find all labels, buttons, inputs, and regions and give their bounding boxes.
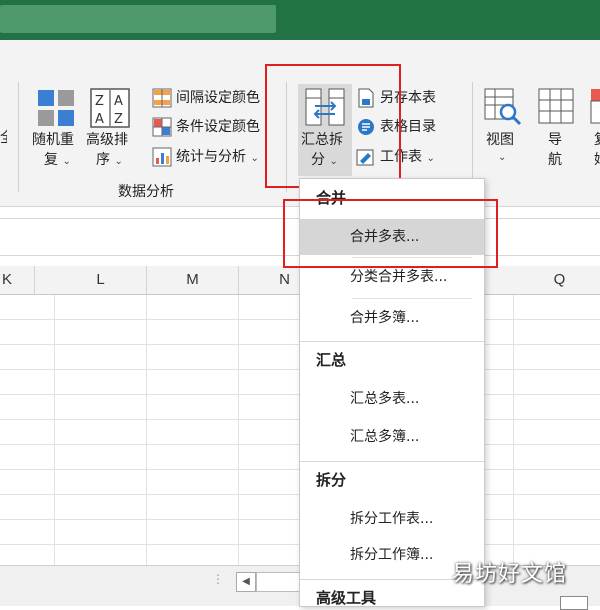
ribbon-separator <box>18 82 19 192</box>
advanced-sort-button[interactable]: Z A A Z <box>90 88 130 128</box>
edge-right-icon <box>590 89 600 124</box>
ribbon-separator <box>472 82 473 192</box>
svg-text:Z: Z <box>95 94 104 109</box>
dropdown-section-split: 拆分 <box>316 471 347 489</box>
grid-col-line <box>54 295 55 565</box>
edge-right-label-2: 始 <box>594 150 600 170</box>
advanced-sort-label-2: 序 ⌄ <box>96 152 123 168</box>
column-header-q[interactable]: Q <box>514 266 600 294</box>
interval-color-icon <box>152 88 172 108</box>
conditional-color-icon <box>152 117 172 137</box>
navigation-grid-icon <box>538 88 574 124</box>
menu-group-divider <box>300 461 484 462</box>
stats-analysis-label: 统计与分析 ⌄ <box>176 149 259 165</box>
svg-text:A: A <box>114 94 123 109</box>
tab-split-handle-icon[interactable]: ⋮ <box>212 572 224 586</box>
column-header-m[interactable]: M <box>147 266 239 294</box>
column-header-l[interactable]: L <box>55 266 147 294</box>
watermark-text: 易坊好文馆 <box>452 562 568 587</box>
ribbon-edge-left-label: 全 <box>0 128 7 148</box>
data-analysis-group-label: 数据分析 <box>118 184 174 200</box>
random-grid-icon <box>38 90 74 126</box>
dropdown-section-summarize: 汇总 <box>316 351 347 369</box>
random-repeat-label-2: 复 ⌄ <box>44 152 71 168</box>
highlight-box-merge-sheets <box>283 199 498 268</box>
column-header-k[interactable]: K <box>0 266 35 294</box>
horizontal-scrollbar[interactable] <box>256 572 302 592</box>
view-button[interactable] <box>484 88 522 126</box>
edge-right-button[interactable] <box>590 88 600 126</box>
navigation-label-1: 导 <box>548 132 562 148</box>
edge-right-label-1: 复 <box>594 130 600 150</box>
grid-col-line <box>146 295 147 565</box>
menu-divider <box>352 298 472 299</box>
view-caret-icon: ⌄ <box>498 152 507 163</box>
menu-group-divider <box>300 341 484 342</box>
svg-text:A: A <box>95 112 104 127</box>
highlight-box-summarize <box>265 64 401 188</box>
advanced-sort-label-1: 高级排 <box>86 132 128 148</box>
menu-item-merge-workbooks[interactable]: 合并多簿... <box>300 300 484 336</box>
menu-item-summarize-workbooks[interactable]: 汇总多簿... <box>300 419 484 455</box>
scroll-left-arrow-icon[interactable]: ◀ <box>236 572 256 592</box>
navigation-label-2: 航 <box>548 152 562 168</box>
title-search-box[interactable] <box>0 5 276 33</box>
navigation-button[interactable] <box>538 88 574 126</box>
random-repeat-button[interactable] <box>36 88 76 128</box>
sort-az-icon: Z A A Z <box>90 88 130 128</box>
view-magnifier-icon <box>484 88 522 126</box>
view-label: 视图 <box>486 132 514 148</box>
stats-analysis-icon <box>152 147 172 167</box>
page-view-icon[interactable] <box>560 596 588 610</box>
menu-item-split-sheet[interactable]: 拆分工作表... <box>300 501 484 537</box>
menu-item-summarize-sheets[interactable]: 汇总多表... <box>300 381 484 417</box>
random-repeat-label-1: 随机重 <box>32 132 74 148</box>
grid-col-line <box>238 295 239 565</box>
svg-text:Z: Z <box>114 112 123 127</box>
grid-col-line <box>513 295 514 565</box>
